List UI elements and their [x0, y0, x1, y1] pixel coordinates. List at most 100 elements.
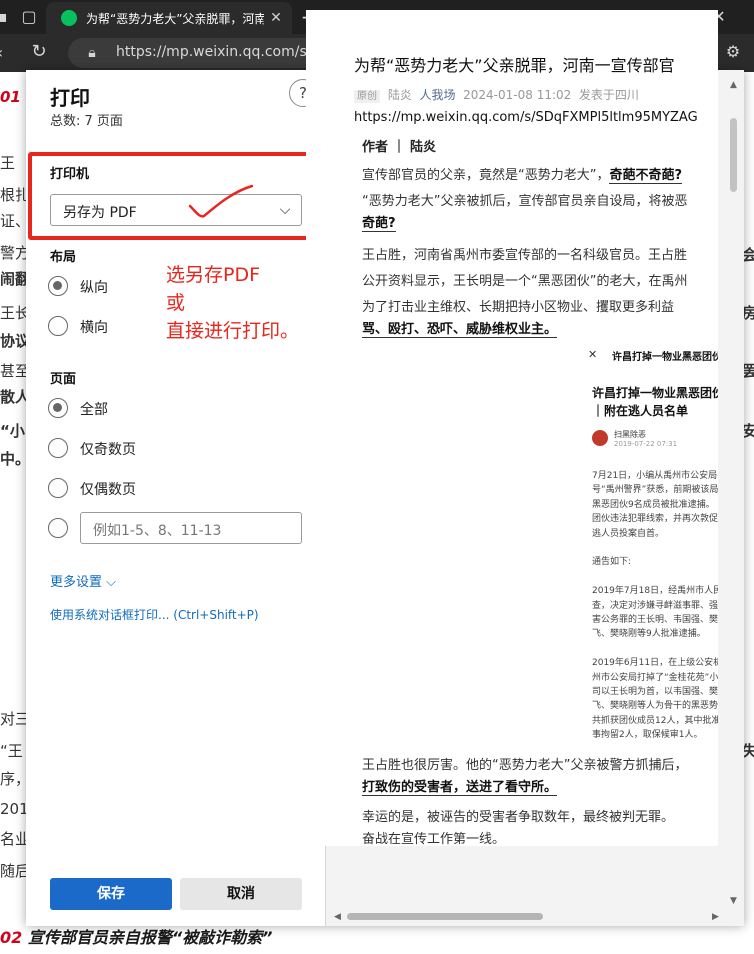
embedded-headline: ｜附在逃人员名单 [592, 404, 689, 418]
preview-paragraph: 骂、殴打、恐吓、威胁维权业主。 [362, 318, 558, 338]
paragraph-emphasis: 奇葩? [362, 216, 396, 232]
embedded-body-line: 共抓获团伙成员12人，其中批准 [592, 715, 718, 726]
embedded-body-line: 司以王长明为首，以韦国强、樊 [592, 687, 718, 697]
scroll-right-icon[interactable]: ▶ [712, 912, 719, 922]
embedded-body-line: 号“禹州警界”获悉，前期被该局 [592, 485, 718, 496]
radio-checked-icon[interactable] [48, 398, 68, 418]
radio-checked-icon[interactable] [48, 276, 68, 296]
preview-article-url: https://mp.weixin.qq.com/s/SDqFXMPl5ltlm… [354, 110, 698, 125]
preview-paragraph: 王占胜也很厉害。他的“恶势力老大”父亲被警方抓捕后， [362, 758, 688, 773]
print-settings-panel: 打印 总数: 7 页面 ? 打印机 另存为 PDF ⌵ 布局 纵向 横向 选另存… [26, 70, 326, 926]
background-text-fragment: “王 [0, 742, 23, 760]
paragraph-emphasis: 奇葩不奇葩? [609, 168, 683, 184]
wechat-favicon-icon [61, 10, 77, 26]
extensions-icon[interactable]: ⚙ [722, 41, 744, 63]
annotation-line-1: 选另存PDF [166, 264, 261, 286]
pages-label: 页面 [50, 372, 77, 387]
embedded-body-line: 2019年6月11日，在上级公安机 [592, 658, 718, 669]
background-text-fragment: 01 [0, 88, 21, 106]
tab-close-icon[interactable]: ✕ [266, 8, 286, 28]
embedded-body-line: 逃人员投案自首。 [592, 528, 665, 539]
embedded-body-line: 州市公安局打掉了“金桂花苑”小 [592, 672, 718, 683]
meta-account: 人我场 [419, 88, 456, 102]
pages-custom-option[interactable] [48, 518, 72, 540]
preview-paragraph: 奇葩? [362, 212, 396, 232]
custom-pages-input[interactable]: 例如1-5、8、11-13 [80, 512, 302, 544]
back-icon[interactable]: ‹ [0, 42, 8, 64]
preview-paragraph: 公开资料显示，王长明是一个“黑恶团伙”的老大，在禹州 [362, 274, 688, 289]
embedded-body-line: 团伙违法犯罪线索，并再次敦促 [592, 514, 718, 525]
preview-paragraph: 王占胜，河南省禹州市委宣传部的一名科级官员。王占胜 [362, 248, 688, 263]
radio-unchecked-icon[interactable] [48, 478, 68, 498]
layout-landscape-label: 横向 [80, 320, 108, 336]
scroll-up-icon[interactable]: ▲ [730, 80, 737, 90]
embedded-close-icon: ✕ [588, 348, 598, 361]
print-preview-page: 为帮“恶势力老大”父亲脱罪，河南一宣传部官 原创 陆炎 人我场 2024-01-… [306, 10, 718, 846]
embedded-body-line: 查，决定对涉嫌寻衅滋事罪、强 [592, 600, 718, 611]
radio-unchecked-icon[interactable] [48, 438, 68, 458]
embedded-body-line: 2019年7月18日，经禹州市人民 [592, 586, 718, 597]
preview-paragraph: 为了打击业主维权、长期把持小区物业、攫取更多利益 [362, 300, 675, 315]
embedded-body-line: 黑恶团伙9名成员被批准逮捕。 [592, 499, 715, 510]
more-settings-link[interactable]: 更多设置 ⌵ [50, 571, 116, 590]
embedded-body-line: 飞、樊晓刚等人为骨干的黑恶势 [592, 701, 718, 712]
pages-odd-label: 仅奇数页 [80, 442, 136, 458]
paragraph-emphasis: 骂、殴打、恐吓、威胁维权业主。 [362, 322, 558, 338]
preview-byline: 作者 ｜ 陆炎 [362, 140, 437, 155]
background-text-fragment: 201 [0, 800, 29, 818]
page-count: 总数: 7 页面 [50, 114, 123, 129]
source-avatar-icon [592, 430, 608, 446]
layout-portrait-label: 纵向 [80, 280, 108, 296]
background-text-fragment: “小 [0, 422, 25, 440]
background-text-fragment: 王 [0, 154, 16, 172]
original-tag: 原创 [354, 90, 380, 103]
paragraph-emphasis: 打致伤的受害者，送进了看守所。 [362, 780, 558, 796]
scroll-left-icon[interactable]: ◀ [334, 912, 341, 922]
sidebar-toggle-icon[interactable]: ▪ [0, 6, 10, 28]
meta-author: 陆炎 [387, 88, 412, 102]
annotation-checkmark-icon [188, 184, 254, 218]
lock-icon[interactable]: 🔒︎ [82, 42, 102, 64]
radio-unchecked-icon[interactable] [48, 518, 68, 538]
preview-paragraph: “恶势力老大”父亲被抓后，宣传部官员亲自设局，将被恶 [362, 194, 688, 209]
system-dialog-link[interactable]: 使用系统对话框打印... (Ctrl+Shift+P) [50, 606, 259, 623]
preview-paragraph: 幸运的是，被诬告的受害者争取数年，最终被判无罪。 [362, 810, 675, 825]
meta-location: 发表于四川 [578, 88, 639, 102]
cancel-button[interactable]: 取消 [180, 878, 302, 910]
radio-unchecked-icon[interactable] [48, 316, 68, 336]
embedded-body-line: 飞、樊晓刚等9人批准逮捕。 [592, 629, 706, 640]
horizontal-scrollbar-thumb[interactable] [347, 913, 543, 920]
active-tab[interactable]: 为帮“恶势力老大”父亲脱罪，河南 ✕ [46, 2, 292, 34]
embedded-bar-title: 许昌打掉一物业黑恶团伙， [612, 352, 718, 363]
pages-all-label: 全部 [80, 402, 108, 418]
embedded-body-line: 事拘留2人，取保候审1人。 [592, 730, 703, 741]
paragraph-text: 宣传部官员的父亲，竟然是“恶势力老大”， [362, 168, 610, 183]
preview-article-meta: 原创 陆炎 人我场 2024-01-08 11:02 发表于四川 [354, 86, 639, 103]
annotation-line-3: 直接进行打印。 [166, 320, 300, 342]
embedded-source: 扫黑除恶 [614, 430, 646, 439]
background-section-heading: 02 宣传部官员亲自报警“被敲诈勒索” [0, 924, 272, 948]
tab-actions-icon[interactable]: ▢ [18, 6, 40, 28]
embedded-article: ✕ 许昌打掉一物业黑恶团伙， 许昌打掉一物业黑恶团伙 ｜附在逃人员名单 扫黑除恶… [556, 340, 718, 750]
embedded-headline: 许昌打掉一物业黑恶团伙 [592, 386, 718, 400]
embedded-body-line: 害公务罪的王长明、韦国强、樊 [592, 615, 718, 625]
annotation-line-2: 或 [166, 292, 186, 314]
scroll-down-icon[interactable]: ▼ [730, 896, 737, 906]
meta-date: 2024-01-08 11:02 [463, 88, 572, 102]
pages-even-label: 仅偶数页 [80, 482, 136, 498]
save-button[interactable]: 保存 [50, 878, 172, 910]
layout-label: 布局 [50, 250, 77, 265]
embedded-body-line: 7月21日，小编从禹州市公安局 [592, 471, 718, 481]
tab-title: 为帮“恶势力老大”父亲脱罪，河南 [86, 12, 264, 26]
preview-paragraph: 打致伤的受害者，送进了看守所。 [362, 776, 558, 796]
custom-pages-placeholder: 例如1-5、8、11-13 [93, 523, 222, 539]
preview-paragraph: 宣传部官员的父亲，竟然是“恶势力老大”，奇葩不奇葩? [362, 164, 683, 184]
preview-article-title: 为帮“恶势力老大”父亲脱罪，河南一宣传部官 [354, 56, 675, 75]
embedded-source-date: 2019-07-22 07:31 [614, 440, 678, 448]
print-title: 打印 [50, 86, 90, 110]
embedded-body-line: 通告如下: [592, 557, 632, 568]
annotation-highlight-box [28, 152, 324, 240]
vertical-scrollbar-thumb[interactable] [730, 118, 737, 192]
section-heading-text: 宣传部官员亲自报警“被敲诈勒索” [22, 928, 273, 947]
refresh-icon[interactable]: ↻ [28, 41, 50, 63]
